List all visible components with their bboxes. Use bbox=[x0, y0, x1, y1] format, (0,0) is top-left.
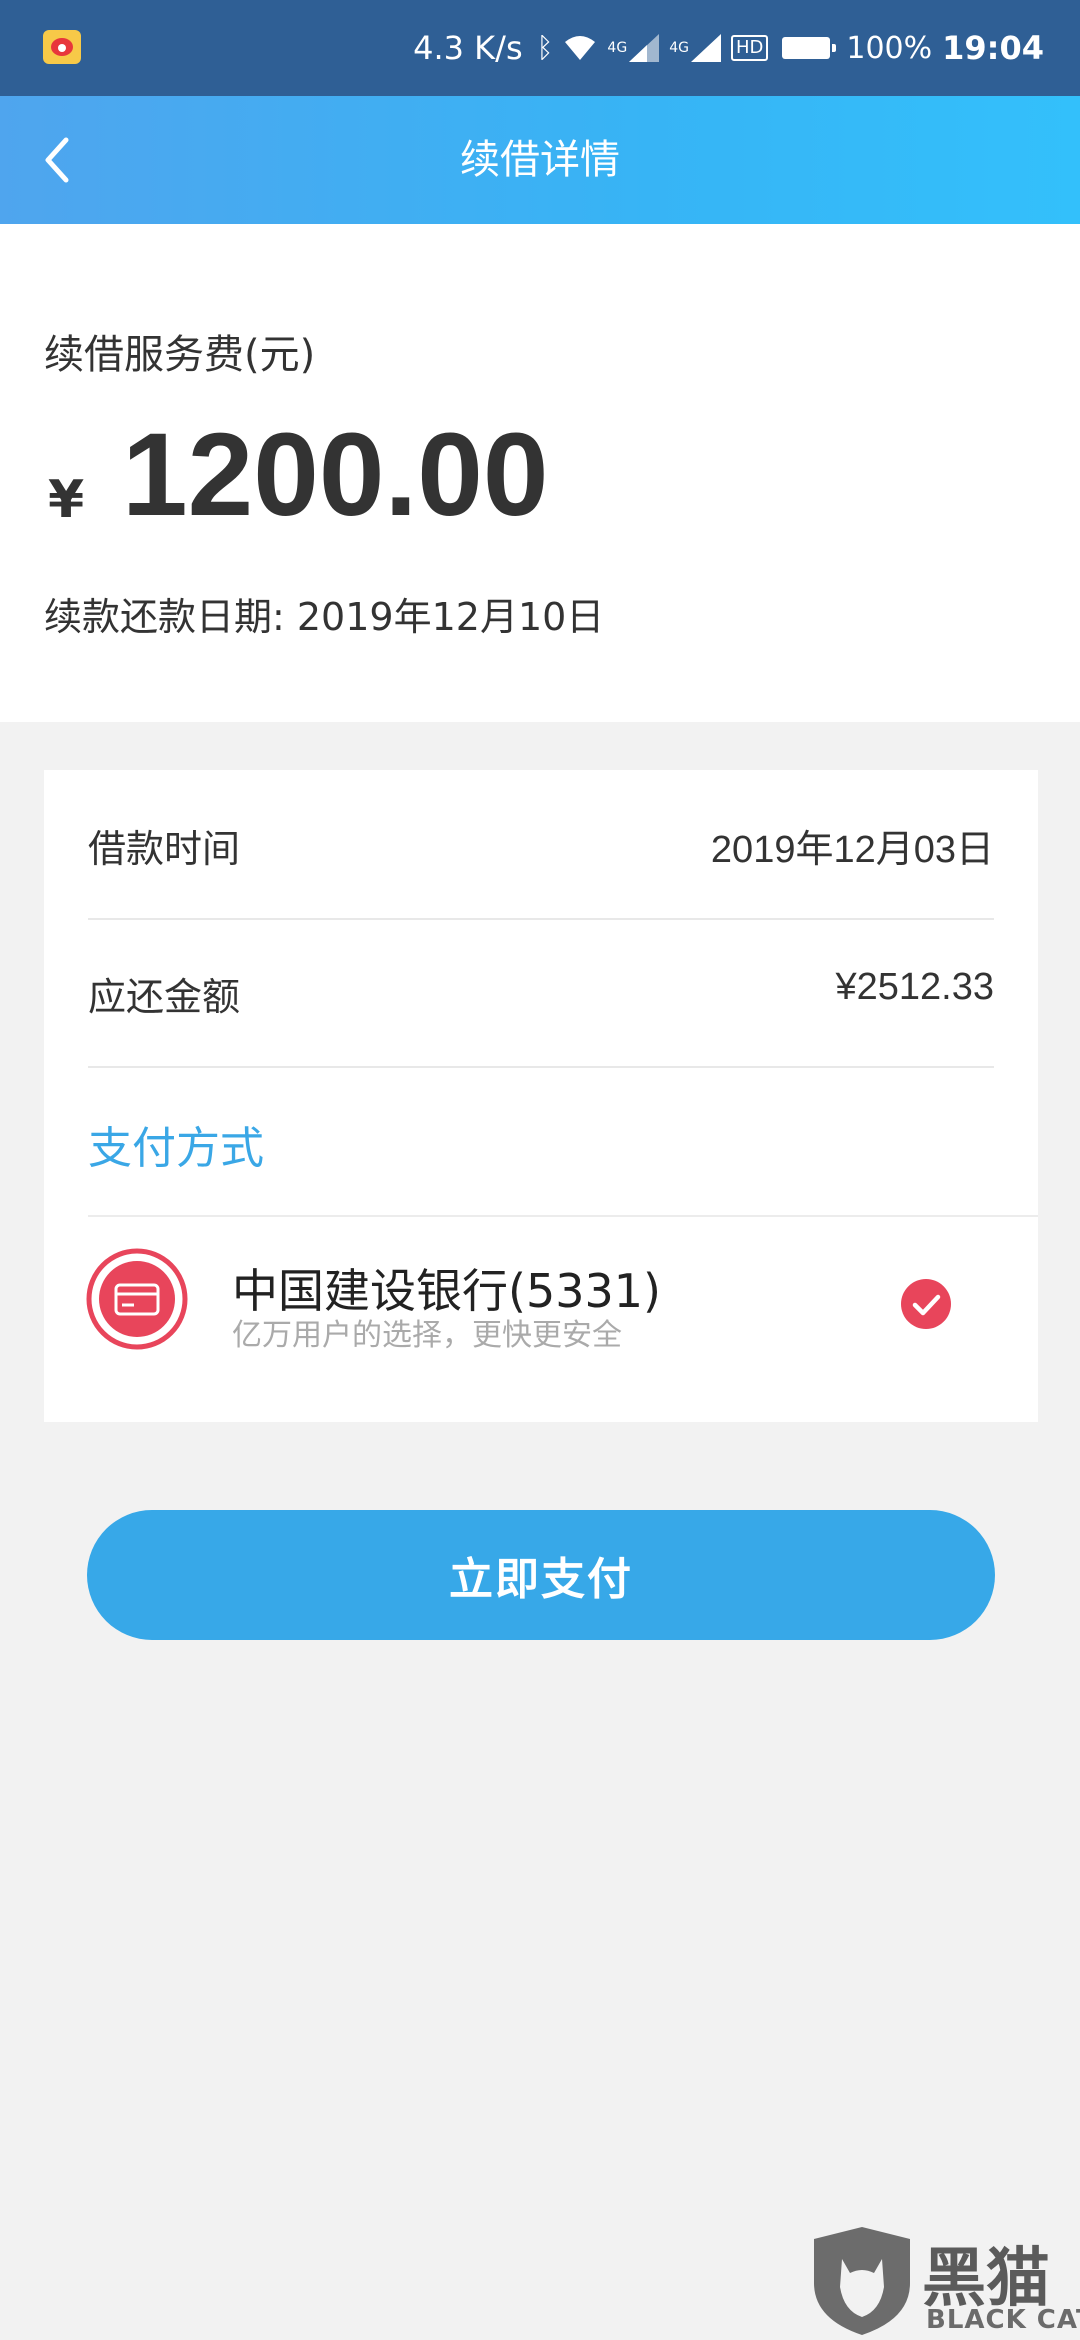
cat-shield-logo bbox=[814, 2227, 910, 2335]
loan-time-row: 借款时间 2019年12月03日 bbox=[88, 770, 994, 920]
fee-amount: 1200.00 bbox=[122, 409, 549, 541]
battery-icon bbox=[782, 37, 837, 59]
divider bbox=[88, 1215, 1038, 1217]
status-indicators: 4.3 K/s ᛒ 4G 4G HD 100% 19:04 bbox=[413, 22, 1044, 74]
loan-time-label: 借款时间 bbox=[88, 827, 241, 871]
due-date: 续款还款日期: 2019年12月10日 bbox=[44, 595, 605, 639]
battery-percent: 100% bbox=[846, 30, 933, 66]
loan-time-value: 2019年12月03日 bbox=[710, 829, 994, 871]
bank-card-icon bbox=[86, 1248, 188, 1350]
page-title: 续借详情 bbox=[460, 137, 620, 183]
network-type-label: 4G bbox=[607, 40, 628, 56]
signal-icon bbox=[629, 34, 660, 62]
network-speed: 4.3 K/s bbox=[413, 29, 523, 67]
clock: 19:04 bbox=[942, 29, 1044, 67]
selected-check-icon[interactable] bbox=[900, 1278, 952, 1330]
pay-now-button[interactable]: 立即支付 bbox=[87, 1510, 995, 1640]
status-bar: 4.3 K/s ᛒ 4G 4G HD 100% 19:04 bbox=[0, 0, 1080, 96]
amount-due-row: 应还金额 ¥2512.33 bbox=[88, 918, 994, 1068]
weibo-app-icon bbox=[43, 30, 81, 64]
payment-method-title: 支付方式 bbox=[88, 1123, 264, 1174]
bank-subtitle: 亿万用户的选择，更快更安全 bbox=[232, 1318, 622, 1353]
amount-due-label: 应还金额 bbox=[88, 975, 241, 1019]
nav-header: 续借详情 bbox=[0, 96, 1080, 224]
signal-icon-2 bbox=[690, 34, 721, 62]
currency-symbol: ¥ bbox=[48, 470, 85, 530]
fee-label: 续借服务费(元) bbox=[44, 332, 316, 378]
watermark-en: BLACK CAT bbox=[926, 2305, 1080, 2335]
wifi-icon bbox=[565, 36, 596, 60]
network-type-label-2: 4G bbox=[669, 40, 689, 56]
amount-due-value: ¥2512.33 bbox=[835, 966, 995, 1008]
blackcat-watermark: 黑猫 BLACK CAT bbox=[810, 2225, 1080, 2340]
details-card: 借款时间 2019年12月03日 应还金额 ¥2512.33 支付方式 中国建设… bbox=[44, 770, 1038, 1422]
hd-voice-icon: HD bbox=[730, 35, 769, 61]
fee-summary: 续借服务费(元) ¥ 1200.00 续款还款日期: 2019年12月10日 bbox=[0, 224, 1080, 722]
bluetooth-icon: ᛒ bbox=[536, 31, 554, 64]
